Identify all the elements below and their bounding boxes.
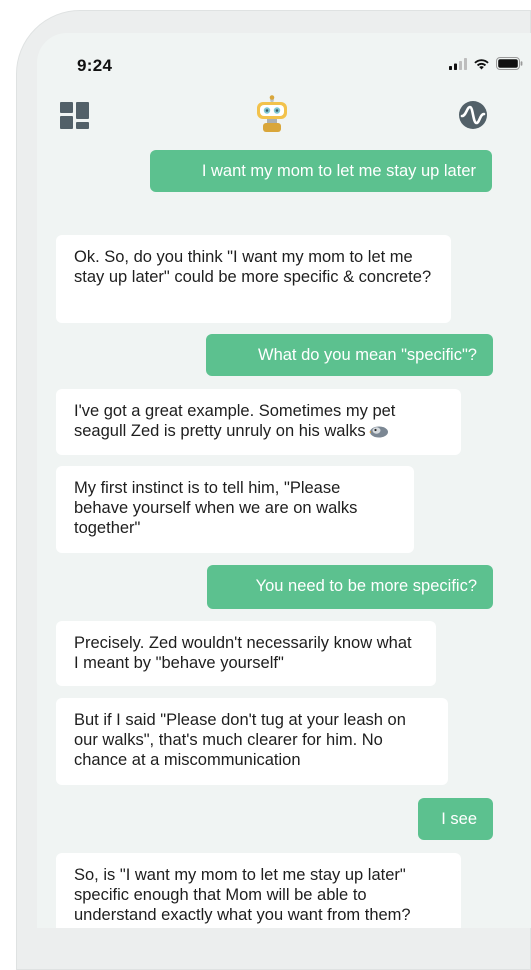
- dashboard-grid-icon[interactable]: [59, 100, 91, 132]
- bot-message: I've got a great example. Sometimes my p…: [56, 389, 461, 455]
- message-text: But if I said "Please don't tug at your …: [74, 711, 406, 769]
- user-message: What do you mean "specific"?: [206, 334, 493, 376]
- wifi-icon: [474, 58, 489, 69]
- bot-message: My first instinct is to tell him, "Pleas…: [56, 466, 414, 553]
- status-bar: 9:24: [37, 33, 531, 85]
- user-message: You need to be more specific?: [207, 565, 493, 609]
- message-text: My first instinct is to tell him, "Pleas…: [74, 479, 358, 537]
- app-header: [37, 95, 531, 139]
- user-message: I see: [418, 798, 493, 840]
- message-text: I've got a great example. Sometimes my p…: [74, 402, 396, 440]
- message-text: So, is "I want my mom to let me stay up …: [74, 866, 411, 924]
- battery-icon: [496, 57, 523, 70]
- cellular-signal-icon: [449, 57, 467, 70]
- status-time: 9:24: [77, 56, 113, 75]
- user-message: I want my mom to let me stay up later: [150, 150, 492, 192]
- bot-message: Ok. So, do you think "I want my mom to l…: [56, 235, 451, 323]
- bot-message: Precisely. Zed wouldn't necessarily know…: [56, 621, 436, 686]
- message-text: Ok. So, do you think "I want my mom to l…: [74, 248, 432, 286]
- message-text: I want my mom to let me stay up later: [201, 162, 476, 180]
- waveform-icon[interactable]: [457, 99, 489, 131]
- message-text: Precisely. Zed wouldn't necessarily know…: [74, 634, 412, 672]
- message-text: You need to be more specific?: [255, 577, 477, 595]
- message-text: What do you mean "specific"?: [258, 346, 477, 364]
- message-text: I see: [441, 810, 477, 828]
- bot-message: But if I said "Please don't tug at your …: [56, 698, 448, 785]
- chat-screen: 9:24 I want my mom to let me stay up lat…: [37, 33, 531, 928]
- bot-message: So, is "I want my mom to let me stay up …: [56, 853, 461, 928]
- seagull-icon: [368, 426, 388, 438]
- robot-avatar-icon[interactable]: [254, 95, 290, 135]
- status-icons: [449, 57, 523, 70]
